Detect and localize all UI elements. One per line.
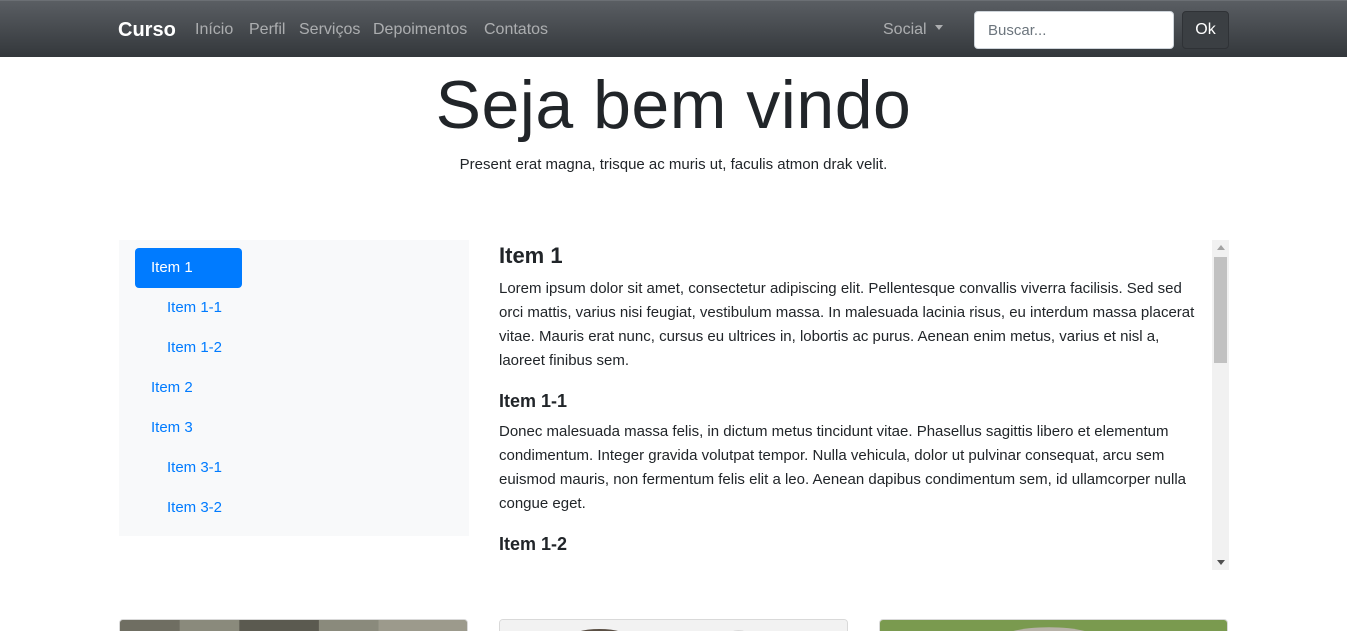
- navbar-brand[interactable]: Curso: [118, 19, 176, 42]
- card-2: [499, 619, 848, 631]
- search-input[interactable]: [974, 11, 1174, 49]
- content-body: Item 1 Lorem ipsum dolor sit amet, conse…: [499, 240, 1209, 563]
- section-heading-item-1-2: Item 1-2: [499, 534, 568, 554]
- sidenav-item-1[interactable]: Item 1: [135, 248, 242, 288]
- card-1: [119, 619, 468, 631]
- social-dropdown-label: Social: [883, 21, 927, 38]
- scroll-up-arrow-icon[interactable]: [1217, 245, 1225, 250]
- caret-down-icon: [934, 25, 943, 31]
- nav-link-inicio[interactable]: Início: [195, 21, 233, 39]
- nav-link-depoimentos[interactable]: Depoimentos: [373, 21, 467, 39]
- social-dropdown[interactable]: Social: [883, 21, 943, 39]
- sidenav-item-3[interactable]: Item 3: [151, 408, 193, 448]
- sidenav-item-3-2[interactable]: Item 3-2: [167, 488, 222, 528]
- section-text-item-1: Lorem ipsum dolor sit amet, consectetur …: [499, 280, 1195, 369]
- card-image-3: [880, 620, 1227, 631]
- sidenav-item-3-1[interactable]: Item 3-1: [167, 448, 222, 488]
- scroll-down-arrow-icon[interactable]: [1217, 560, 1225, 565]
- card-image-2: [500, 620, 847, 631]
- page-title: Seja bem vindo: [435, 67, 912, 143]
- nav-link-contatos[interactable]: Contatos: [484, 21, 548, 39]
- section-heading-item-1: Item 1: [499, 243, 563, 268]
- page-subtitle: Present erat magna, trisque ac muris ut,…: [459, 156, 888, 173]
- search-submit-button[interactable]: Ok: [1182, 11, 1229, 49]
- scrollspy-content[interactable]: Item 1 Lorem ipsum dolor sit amet, conse…: [499, 240, 1229, 570]
- nav-link-servicos[interactable]: Serviços: [299, 21, 360, 39]
- sidenav-item-1-2[interactable]: Item 1-2: [167, 328, 222, 368]
- section-text-item-1-1: Donec malesuada massa felis, in dictum m…: [499, 423, 1187, 512]
- section-heading-item-1-1: Item 1-1: [499, 391, 568, 411]
- vertical-scrollbar[interactable]: [1212, 240, 1229, 570]
- navbar: Curso Início Perfil Serviços Depoimentos…: [0, 0, 1347, 57]
- card-3: [879, 619, 1228, 631]
- sidenav-item-1-1[interactable]: Item 1-1: [167, 288, 222, 328]
- scrollbar-thumb[interactable]: [1214, 257, 1227, 363]
- card-image-1: [120, 620, 467, 631]
- side-nav: Item 1 Item 1-1 Item 1-2 Item 2 Item 3 I…: [119, 240, 469, 536]
- sidenav-item-2[interactable]: Item 2: [151, 368, 193, 408]
- nav-link-perfil[interactable]: Perfil: [249, 21, 285, 39]
